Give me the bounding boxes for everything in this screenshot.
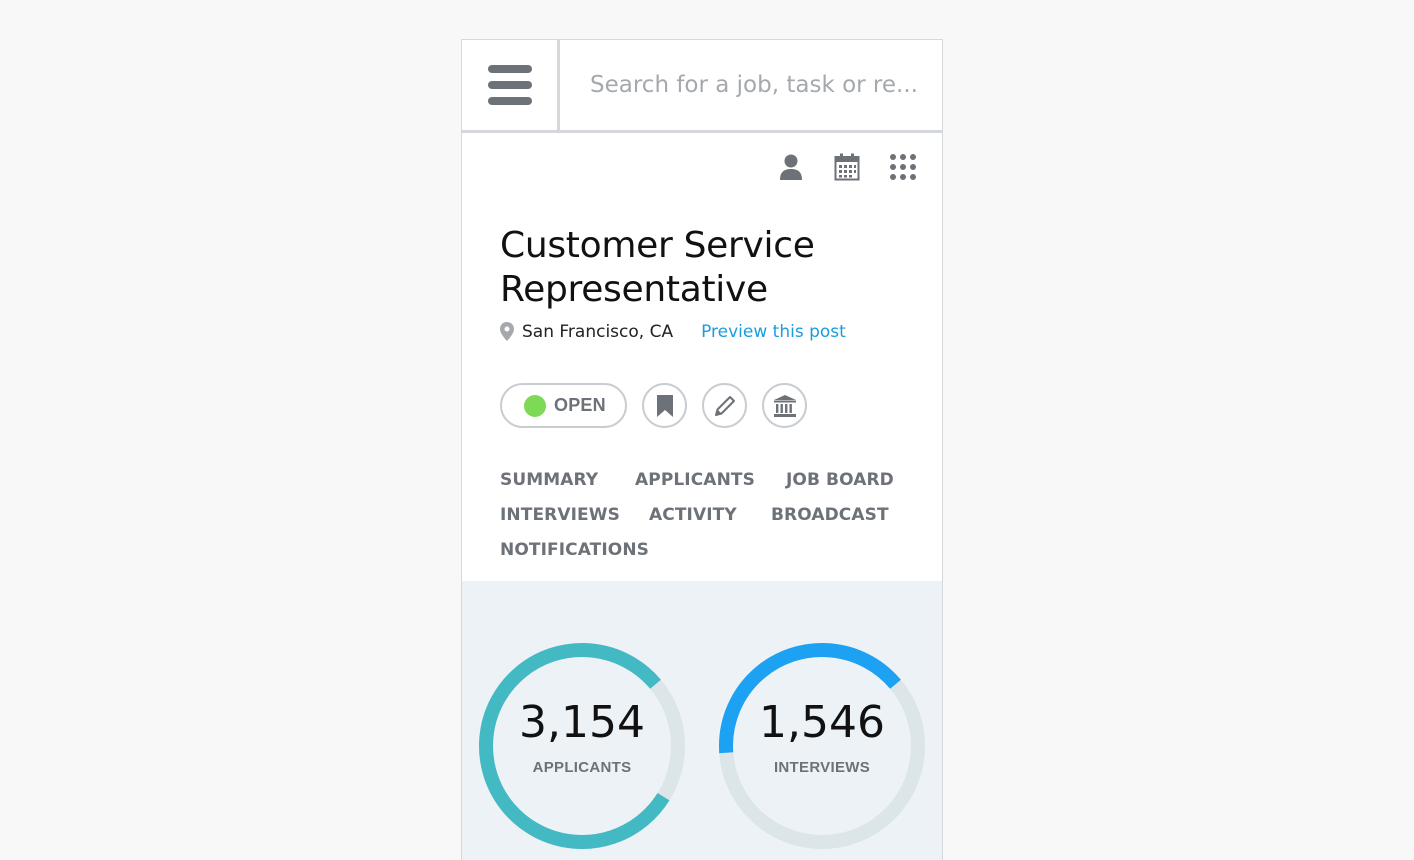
interviews-count: 1,546: [759, 697, 885, 748]
interviews-label: INTERVIEWS: [773, 759, 871, 776]
bookmark-button[interactable]: [642, 383, 687, 428]
applicants-label: APPLICANTS: [532, 759, 632, 776]
location-row: San Francisco, CA Preview this post: [500, 322, 846, 342]
status-toggle-button[interactable]: OPEN: [500, 383, 627, 428]
bank-icon: [773, 394, 796, 417]
job-title: Customer Service Representative: [500, 225, 815, 310]
job-actions: OPEN: [500, 383, 807, 428]
tab-activity[interactable]: ACTIVITY: [649, 505, 737, 525]
interviews-stat[interactable]: 1,546 INTERVIEWS: [717, 641, 927, 851]
job-location: San Francisco, CA: [522, 322, 674, 342]
status-label: OPEN: [554, 395, 606, 415]
applicants-count: 3,154: [519, 697, 645, 748]
tab-job-board[interactable]: JOB BOARD: [786, 470, 894, 490]
bank-button[interactable]: [762, 383, 807, 428]
tab-notifications[interactable]: NOTIFICATIONS: [500, 540, 649, 560]
top-bar: [462, 40, 942, 133]
edit-button[interactable]: [702, 383, 747, 428]
status-dot: [524, 394, 546, 417]
pencil-icon: [714, 395, 735, 416]
search-input[interactable]: [560, 40, 942, 130]
tab-summary[interactable]: SUMMARY: [500, 470, 598, 490]
header-icon-row: [776, 152, 918, 182]
apps-grid-icon[interactable]: [888, 152, 918, 182]
tab-interviews[interactable]: INTERVIEWS: [500, 505, 620, 525]
tab-broadcast[interactable]: BROADCAST: [771, 505, 889, 525]
bookmark-icon: [656, 394, 673, 417]
applicants-stat[interactable]: 3,154 APPLICANTS: [477, 641, 687, 851]
stats-panel: 3,154 APPLICANTS 1,546 INTERVIEWS: [462, 581, 942, 860]
hamburger-menu-button[interactable]: [462, 40, 560, 130]
user-icon[interactable]: [776, 152, 806, 182]
calendar-icon[interactable]: [832, 152, 862, 182]
preview-post-link[interactable]: Preview this post: [701, 322, 846, 342]
map-pin-icon: [500, 322, 514, 342]
hamburger-icon: [487, 65, 532, 105]
app-frame: Customer Service Representative San Fran…: [461, 39, 943, 860]
tab-applicants[interactable]: APPLICANTS: [635, 470, 755, 490]
